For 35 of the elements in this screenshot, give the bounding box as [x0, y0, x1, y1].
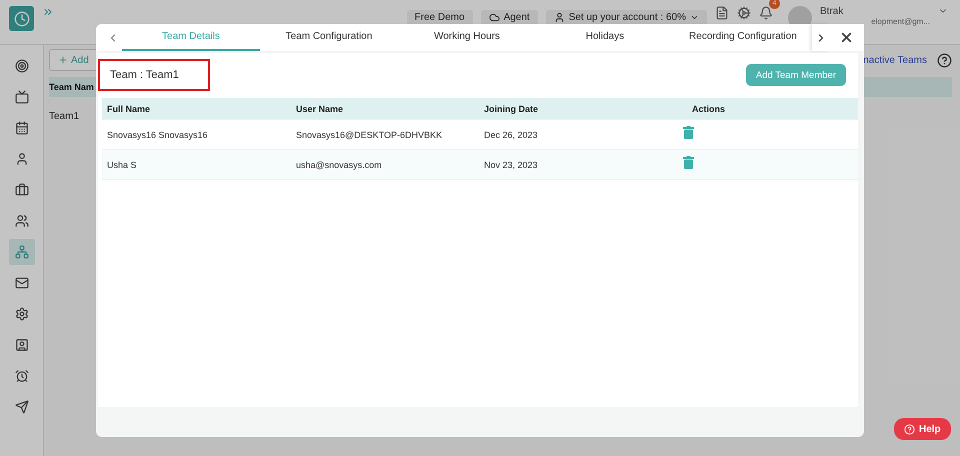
user-name: Btrak: [820, 6, 844, 17]
column-header: Team Nam: [49, 82, 94, 92]
tab[interactable]: Recording Configuration: [674, 24, 812, 51]
setup-progress-button[interactable]: Set up your account : 60%: [546, 10, 707, 25]
help-icon: [904, 424, 915, 434]
table-cell-text: Snovasys16@DESKTOP-6DHVBKK: [296, 130, 444, 140]
table-cell-text: Snovasys16 Snovasys16: [107, 130, 209, 140]
trash-icon[interactable]: [683, 126, 694, 138]
tab[interactable]: Team Configuration: [260, 24, 398, 51]
user-icon: [554, 12, 565, 23]
column-header: Full Name: [107, 104, 152, 114]
agent-button[interactable]: Agent: [480, 10, 538, 25]
bell-icon[interactable]: [759, 6, 773, 20]
gear-icon[interactable]: [737, 6, 751, 20]
help-button[interactable]: Help: [894, 418, 951, 440]
document-icon[interactable]: [715, 6, 729, 20]
column-header: Joining Date: [484, 104, 540, 114]
help-icon[interactable]: [937, 52, 952, 68]
table-cell-text: Dec 26, 2023: [484, 130, 539, 140]
table-cell-text: Usha S: [107, 160, 138, 170]
cloud-icon: [488, 12, 500, 23]
user-email: elopment@gm...: [871, 17, 930, 26]
app-logo[interactable]: [9, 6, 34, 31]
table-cell-text: Team1: [49, 110, 80, 124]
team-name-label: Team : Team1: [98, 59, 210, 91]
column-header: Actions: [691, 104, 726, 114]
table-cell-text: usha@snovasys.com: [296, 160, 383, 170]
demo-button[interactable]: Free Demo: [406, 10, 473, 25]
tab[interactable]: Holidays: [536, 24, 674, 51]
tab[interactable]: Working Hours: [398, 24, 536, 51]
plus-icon: [58, 55, 68, 65]
column-header: User Name: [296, 104, 344, 114]
chevrons-right-icon[interactable]: [42, 6, 54, 18]
table-cell-text: Nov 23, 2023: [484, 160, 539, 170]
caret-icon: [690, 13, 699, 22]
